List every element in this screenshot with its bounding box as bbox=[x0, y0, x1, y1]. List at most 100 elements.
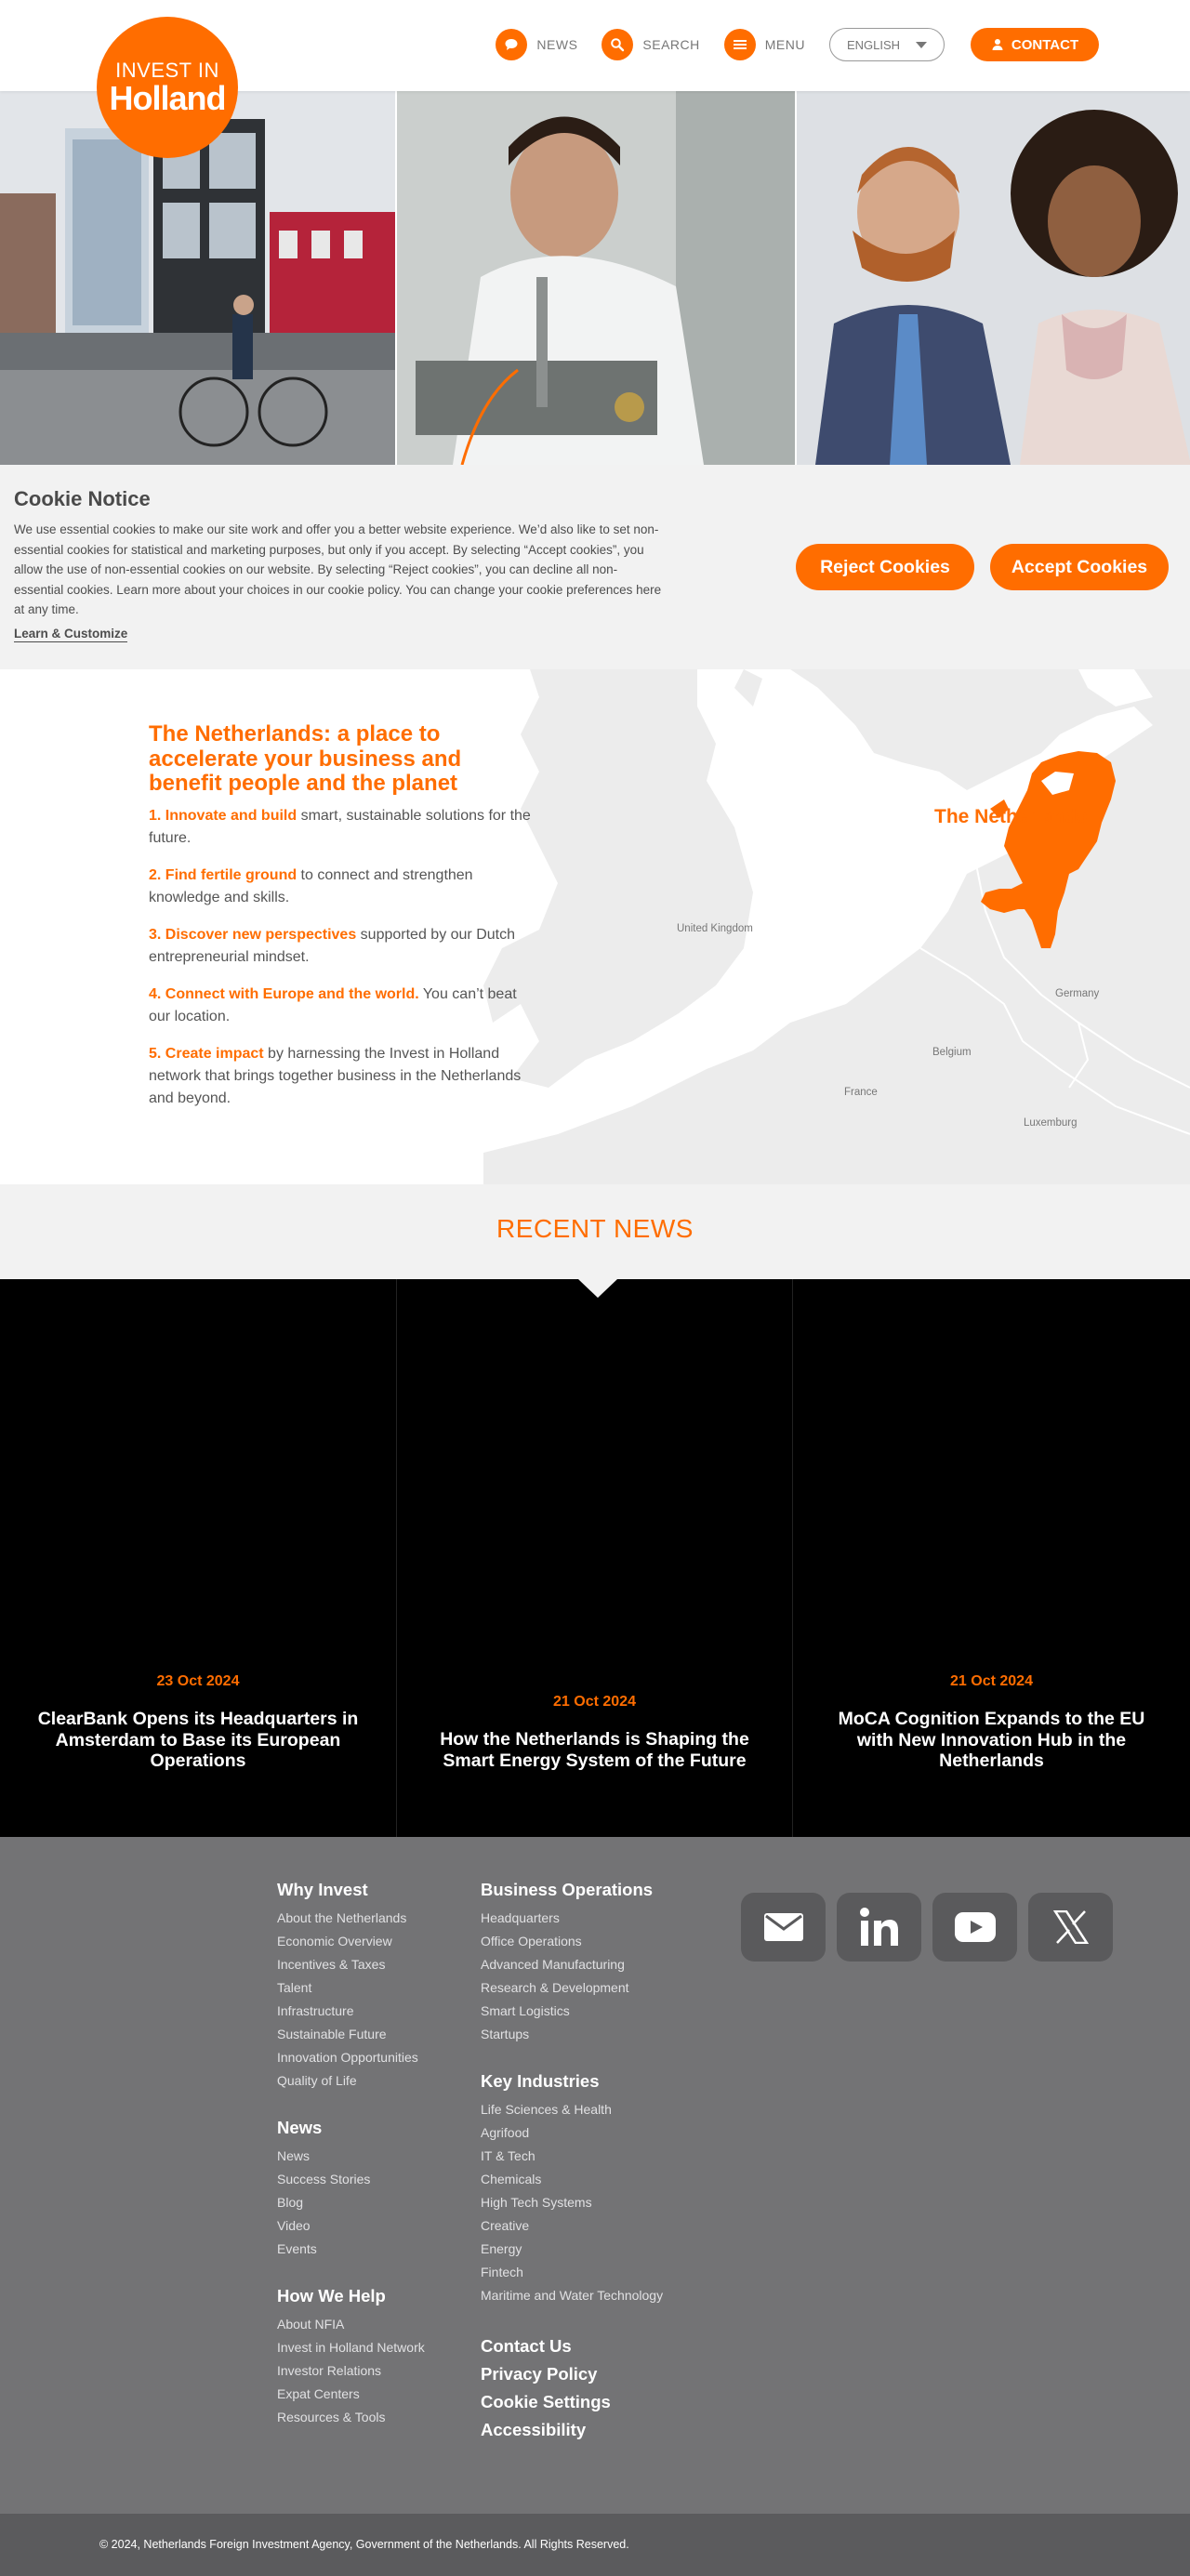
linkedin-icon[interactable] bbox=[837, 1893, 921, 1962]
point-lead: 3. Discover new perspectives bbox=[149, 927, 357, 943]
footer-link[interactable]: Headquarters bbox=[481, 1907, 663, 1930]
footer-privacy-policy[interactable]: Privacy Policy bbox=[481, 2360, 663, 2388]
footer-heading[interactable]: How We Help bbox=[277, 2286, 425, 2306]
footer-link[interactable]: About NFIA bbox=[277, 2313, 425, 2336]
nav-search[interactable]: SEARCH bbox=[602, 29, 699, 60]
recent-news-title: RECENT NEWS bbox=[496, 1214, 694, 1243]
footer-heading[interactable]: News bbox=[277, 2118, 425, 2138]
footer-link[interactable]: Startups bbox=[481, 2023, 663, 2046]
footer-link[interactable]: Sustainable Future bbox=[277, 2023, 425, 2046]
menu-icon bbox=[723, 29, 756, 60]
nav-menu-label: MENU bbox=[764, 37, 805, 52]
netherlands-heading: The Netherlands: a place to accelerate y… bbox=[149, 721, 462, 796]
label-belgium: Belgium bbox=[932, 1047, 972, 1058]
x-icon[interactable] bbox=[1028, 1893, 1113, 1962]
social-links bbox=[741, 1893, 1113, 1962]
invest-in-holland-logo[interactable]: INVEST IN Holland bbox=[97, 17, 238, 158]
footer-group-business-operations: Business Operations Headquarters Office … bbox=[481, 1880, 663, 2046]
footer-link[interactable]: About the Netherlands bbox=[277, 1907, 425, 1930]
footer-link[interactable]: Expat Centers bbox=[277, 2383, 425, 2406]
footer-link[interactable]: Video bbox=[277, 2214, 425, 2238]
main-nav: NEWS SEARCH MENU ENGLISH CONTACT bbox=[496, 28, 1099, 61]
footer-cookie-settings[interactable]: Cookie Settings bbox=[481, 2388, 663, 2416]
footer-link[interactable]: Success Stories bbox=[277, 2168, 425, 2191]
footer-link[interactable]: Quality of Life bbox=[277, 2069, 425, 2093]
hero-image-scientist bbox=[397, 91, 795, 465]
footer-link[interactable]: Economic Overview bbox=[277, 1930, 425, 1953]
news-section-pointer bbox=[578, 1279, 617, 1298]
email-icon[interactable] bbox=[741, 1893, 826, 1962]
news-card[interactable]: 21 Oct 2024 MoCA Cognition Expands to th… bbox=[793, 1279, 1190, 1837]
footer-link[interactable]: Advanced Manufacturing bbox=[481, 1953, 663, 1976]
footer-link[interactable]: Innovation Opportunities bbox=[277, 2046, 425, 2069]
label-united-kingdom: United Kingdom bbox=[677, 923, 753, 934]
footer-group-key-industries: Key Industries Life Sciences & Health Ag… bbox=[481, 2071, 663, 2307]
footer-group-news: News News Success Stories Blog Video Eve… bbox=[277, 2118, 425, 2261]
footer-group-bold-links: Contact Us Privacy Policy Cookie Setting… bbox=[481, 2332, 663, 2444]
footer-link[interactable]: Smart Logistics bbox=[481, 2000, 663, 2023]
youtube-icon[interactable] bbox=[932, 1893, 1017, 1962]
news-date: 23 Oct 2024 bbox=[156, 1673, 240, 1689]
caret-down-icon bbox=[916, 41, 927, 48]
footer-group-why-invest: Why Invest About the Netherlands Economi… bbox=[277, 1880, 425, 2093]
footer-link[interactable]: Incentives & Taxes bbox=[277, 1953, 425, 1976]
news-title: MoCA Cognition Expands to the EU with Ne… bbox=[838, 1709, 1145, 1771]
footer-link[interactable]: News bbox=[277, 2145, 425, 2168]
footer-link[interactable]: Infrastructure bbox=[277, 2000, 425, 2023]
nav-search-label: SEARCH bbox=[642, 37, 700, 52]
footer-link[interactable]: Maritime and Water Technology bbox=[481, 2284, 663, 2307]
footer-link[interactable]: Creative bbox=[481, 2214, 663, 2238]
news-card[interactable]: 23 Oct 2024 ClearBank Opens its Headquar… bbox=[0, 1279, 397, 1837]
label-germany: Germany bbox=[1055, 988, 1100, 999]
point-lead: 2. Find fertile ground bbox=[149, 867, 298, 883]
footer-heading[interactable]: Why Invest bbox=[277, 1880, 425, 1900]
benefit-point: 3. Discover new perspectives supported b… bbox=[149, 924, 539, 969]
netherlands-section: The Netherlands: a place to accelerate y… bbox=[0, 669, 1190, 1184]
footer-heading[interactable]: Business Operations bbox=[481, 1880, 663, 1900]
footer-link[interactable]: Chemicals bbox=[481, 2168, 663, 2191]
footer-link[interactable]: Energy bbox=[481, 2238, 663, 2261]
contact-label: CONTACT bbox=[1011, 36, 1079, 53]
footer-link[interactable]: IT & Tech bbox=[481, 2145, 663, 2168]
language-select[interactable]: ENGLISH bbox=[829, 28, 945, 61]
news-card[interactable]: 21 Oct 2024 How the Netherlands is Shapi… bbox=[397, 1279, 793, 1837]
copyright-text: © 2024, Netherlands Foreign Investment A… bbox=[99, 2538, 629, 2551]
accept-cookies-button[interactable]: Accept Cookies bbox=[990, 544, 1169, 590]
footer-link[interactable]: Investor Relations bbox=[277, 2359, 425, 2383]
contact-button[interactable]: CONTACT bbox=[971, 28, 1099, 61]
footer-link[interactable]: Research & Development bbox=[481, 1976, 663, 2000]
footer-link[interactable]: Agrifood bbox=[481, 2121, 663, 2145]
recent-news-header: RECENT NEWS bbox=[0, 1184, 1190, 1279]
nav-news[interactable]: NEWS bbox=[496, 29, 577, 60]
footer-link[interactable]: Blog bbox=[277, 2191, 425, 2214]
point-lead: 1. Innovate and build bbox=[149, 808, 298, 824]
footer-col-left: Why Invest About the Netherlands Economi… bbox=[277, 1880, 425, 2454]
footer-link[interactable]: Resources & Tools bbox=[277, 2406, 425, 2429]
footer-link[interactable]: Fintech bbox=[481, 2261, 663, 2284]
benefit-point: 4. Connect with Europe and the world. Yo… bbox=[149, 984, 539, 1028]
footer-accessibility[interactable]: Accessibility bbox=[481, 2416, 663, 2444]
news-date: 21 Oct 2024 bbox=[950, 1673, 1033, 1689]
footer-link[interactable]: Invest in Holland Network bbox=[277, 2336, 425, 2359]
benefit-point: 2. Find fertile ground to connect and st… bbox=[149, 865, 539, 909]
learn-customize-link[interactable]: Learn & Customize bbox=[14, 627, 128, 642]
footer-link[interactable]: Talent bbox=[277, 1976, 425, 2000]
point-lead: 5. Create impact bbox=[149, 1046, 264, 1062]
netherlands-map-label: The Netherlands bbox=[934, 806, 1088, 827]
nav-menu[interactable]: MENU bbox=[723, 29, 805, 60]
footer-link[interactable]: High Tech Systems bbox=[481, 2191, 663, 2214]
copyright-bar: © 2024, Netherlands Foreign Investment A… bbox=[0, 2514, 1190, 2576]
label-france: France bbox=[844, 1087, 878, 1098]
footer-link[interactable]: Office Operations bbox=[481, 1930, 663, 1953]
cookie-notice: Cookie Notice We use essential cookies t… bbox=[0, 465, 1190, 669]
footer-link[interactable]: Events bbox=[277, 2238, 425, 2261]
reject-cookies-button[interactable]: Reject Cookies bbox=[796, 544, 974, 590]
footer-link[interactable]: Life Sciences & Health bbox=[481, 2098, 663, 2121]
search-icon bbox=[602, 29, 634, 60]
news-date: 21 Oct 2024 bbox=[553, 1694, 636, 1710]
person-icon bbox=[992, 39, 1003, 50]
footer-contact-us[interactable]: Contact Us bbox=[481, 2332, 663, 2360]
language-value: ENGLISH bbox=[847, 37, 901, 52]
news-title: How the Netherlands is Shaping the Smart… bbox=[440, 1729, 749, 1771]
footer-heading[interactable]: Key Industries bbox=[481, 2071, 663, 2092]
